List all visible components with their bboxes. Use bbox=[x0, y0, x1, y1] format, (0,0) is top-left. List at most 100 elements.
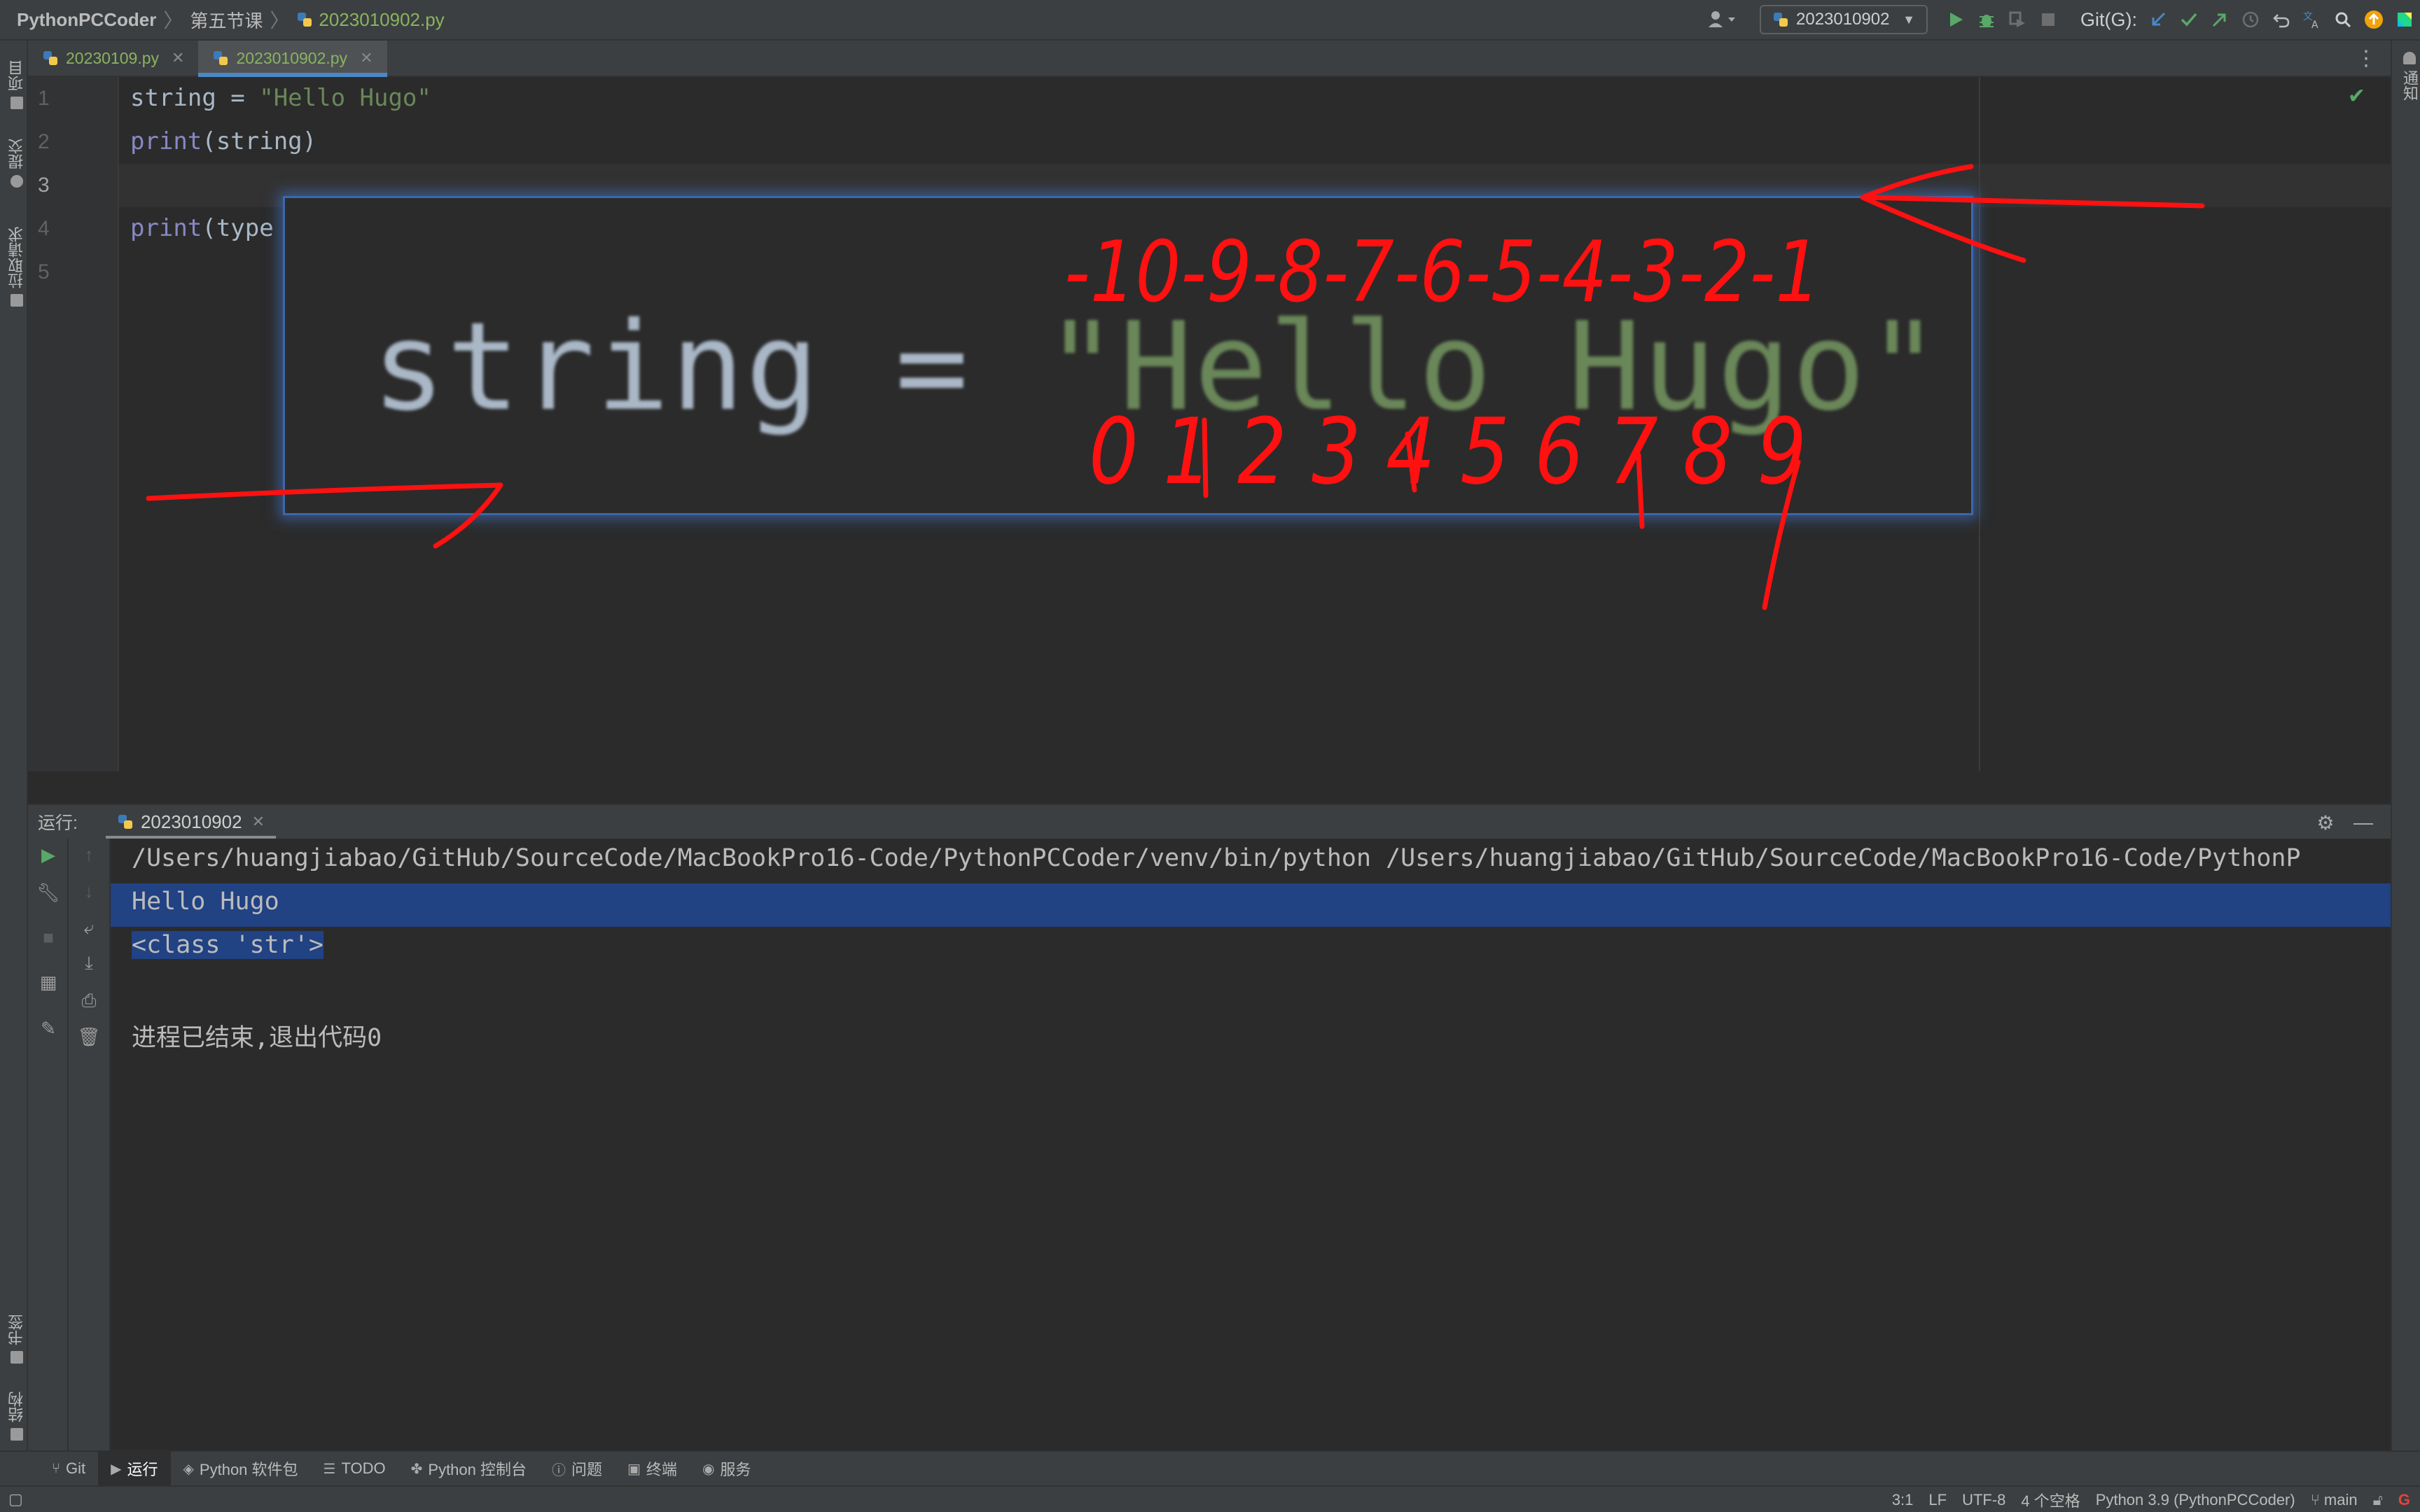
scroll-to-end-icon[interactable]: ⤓ bbox=[69, 952, 109, 974]
grammar-icon[interactable]: G bbox=[2398, 1491, 2410, 1509]
pin-icon[interactable]: ✎ bbox=[28, 1018, 69, 1040]
tool-window-services[interactable]: ◉ 服务 bbox=[690, 1451, 763, 1486]
breadcrumb-project[interactable]: PythonPCCoder bbox=[17, 9, 156, 31]
console-line-exit: 进程已结束,退出代码0 bbox=[132, 1024, 382, 1052]
inspection-ok-icon[interactable]: ✔ bbox=[2348, 84, 2365, 108]
soft-wrap-icon[interactable]: ⤶ bbox=[69, 917, 109, 939]
tool-window-label: Python 软件包 bbox=[199, 1461, 298, 1478]
stop-icon[interactable]: ■ bbox=[28, 927, 69, 948]
translate-button[interactable]: 文A bbox=[2297, 4, 2328, 35]
indent-setting[interactable]: 4 个空格 bbox=[2021, 1489, 2080, 1511]
close-icon[interactable]: ✕ bbox=[360, 49, 373, 67]
right-tool-strip: 通知 bbox=[2391, 41, 2420, 1455]
tab-label: 2023010902.py bbox=[236, 48, 348, 67]
line-number: 2 bbox=[38, 130, 50, 153]
zoomed-code-string: "Hello Hugo" bbox=[1044, 296, 1942, 438]
python-interpreter[interactable]: Python 3.9 (PythonPCCoder) bbox=[2096, 1491, 2295, 1509]
trash-icon[interactable]: 🗑︎ bbox=[69, 1026, 109, 1048]
breadcrumb: PythonPCCoder 〉 第五节课 〉 2023010902.py bbox=[0, 6, 445, 34]
tool-window-python-packages[interactable]: ◈ Python 软件包 bbox=[171, 1451, 311, 1486]
toggle-tool-windows-icon[interactable]: ▢ bbox=[8, 1490, 23, 1508]
close-icon[interactable]: ✕ bbox=[252, 813, 265, 831]
plugin-logo-button[interactable] bbox=[2389, 4, 2420, 35]
run-tab[interactable]: 2023010902 ✕ bbox=[105, 804, 277, 839]
git-branch-widget[interactable]: ⑂ main bbox=[2311, 1491, 2358, 1509]
code-line-2: print(string) bbox=[130, 127, 317, 155]
bookmarks-tool-label: 书签 bbox=[8, 1315, 25, 1345]
status-bar-widgets: 3:1 LF UTF-8 4 个空格 Python 3.9 (PythonPCC… bbox=[1892, 1487, 2410, 1512]
check-icon bbox=[2181, 13, 2197, 27]
close-icon[interactable]: ✕ bbox=[172, 49, 184, 67]
pull-requests-tool-button[interactable]: 拉取请求 bbox=[6, 209, 28, 307]
service-icon: ◉ bbox=[702, 1461, 715, 1477]
git-push-button[interactable] bbox=[2204, 4, 2235, 35]
tool-window-python-console[interactable]: ✤ Python 控制台 bbox=[398, 1451, 539, 1486]
tool-window-label: 终端 bbox=[646, 1461, 677, 1478]
git-rollback-button[interactable] bbox=[2266, 4, 2297, 35]
coverage-icon bbox=[2009, 11, 2025, 27]
gear-icon[interactable]: ⚙ bbox=[2312, 809, 2339, 836]
breadcrumb-file[interactable]: 2023010902.py bbox=[296, 8, 445, 31]
code-string: "Hello Hugo" bbox=[259, 84, 431, 112]
folder-icon bbox=[11, 97, 23, 109]
ide-update-button[interactable] bbox=[2358, 4, 2389, 35]
lock-icon[interactable]: 🔓︎ bbox=[2373, 1491, 2383, 1509]
bookmarks-tool-button[interactable]: 书签 bbox=[6, 1301, 28, 1364]
breadcrumb-file-label: 2023010902.py bbox=[319, 8, 445, 30]
chevron-down-icon: ▼ bbox=[1903, 12, 1915, 27]
tool-window-problems[interactable]: ⓘ 问题 bbox=[539, 1451, 615, 1486]
print-icon[interactable]: ⎙ bbox=[69, 990, 109, 1012]
rerun-icon[interactable]: ▶ bbox=[28, 844, 69, 866]
run-button[interactable] bbox=[1940, 4, 1971, 35]
tool-window-todo[interactable]: ☰ TODO bbox=[311, 1451, 398, 1486]
more-options-icon[interactable]: ⋮ bbox=[2356, 46, 2377, 71]
tab-20230109[interactable]: 20230109.py ✕ bbox=[28, 41, 198, 76]
arrow-up-icon[interactable]: ↑ bbox=[69, 844, 109, 866]
user-menu-button[interactable] bbox=[1698, 4, 1747, 35]
editor-tab-bar: 20230109.py ✕ 2023010902.py ✕ ⋮ bbox=[28, 41, 2391, 77]
git-update-button[interactable] bbox=[2143, 4, 2174, 35]
caret-position[interactable]: 3:1 bbox=[1892, 1491, 1914, 1509]
console-output[interactable]: /Users/huangjiabao/GitHub/SourceCode/Mac… bbox=[111, 839, 2391, 1450]
bell-icon bbox=[2403, 52, 2416, 64]
git-branch-icon: ⑂ bbox=[52, 1460, 60, 1476]
layers-icon: ◈ bbox=[183, 1461, 194, 1477]
minimize-icon[interactable]: — bbox=[2350, 809, 2377, 836]
tab-2023010902[interactable]: 2023010902.py ✕ bbox=[198, 41, 387, 77]
code-line-4: print(type bbox=[130, 214, 274, 242]
arrow-down-icon[interactable]: ↓ bbox=[69, 881, 109, 902]
python-file-icon bbox=[296, 11, 313, 28]
python-icon bbox=[1772, 11, 1789, 28]
status-bar: ▢ 3:1 LF UTF-8 4 个空格 Python 3.9 (PythonP… bbox=[0, 1485, 2420, 1512]
structure-tool-button[interactable]: 结构 bbox=[6, 1378, 28, 1441]
notifications-tool-button[interactable]: 通知 bbox=[2398, 52, 2420, 115]
console-line-command: /Users/huangjiabao/GitHub/SourceCode/Mac… bbox=[132, 844, 2301, 872]
debug-button[interactable] bbox=[1971, 4, 2002, 35]
git-commit-button[interactable] bbox=[2174, 4, 2204, 35]
tool-window-run[interactable]: ▶ 运行 bbox=[98, 1451, 171, 1486]
line-number: 4 bbox=[38, 217, 50, 240]
list-icon: ☰ bbox=[323, 1461, 336, 1477]
run-tool-window-header: 运行: 2023010902 ✕ ⚙ — bbox=[28, 804, 2391, 839]
project-tool-button[interactable]: 项目 bbox=[6, 46, 28, 109]
coverage-button[interactable] bbox=[2002, 4, 2033, 35]
wrench-icon[interactable]: 🔧︎ bbox=[28, 882, 69, 904]
breadcrumb-folder[interactable]: 第五节课 bbox=[190, 7, 263, 33]
commit-icon bbox=[11, 175, 23, 188]
tool-window-git[interactable]: ⑂ Git bbox=[39, 1451, 98, 1486]
run-configuration-select[interactable]: 2023010902 ▼ bbox=[1760, 5, 1928, 34]
commit-tool-button[interactable]: 提交 bbox=[6, 125, 28, 188]
user-icon bbox=[1709, 11, 1735, 27]
run-label: 运行: bbox=[38, 813, 78, 833]
terminal-icon: ▣ bbox=[627, 1461, 641, 1477]
search-everywhere-button[interactable] bbox=[2328, 4, 2358, 35]
run-header-actions: ⚙ — bbox=[2312, 809, 2377, 836]
stop-button[interactable] bbox=[2033, 4, 2064, 35]
left-tool-strip: 项目 提交 拉取请求 书签 结构 bbox=[0, 41, 28, 1455]
file-encoding[interactable]: UTF-8 bbox=[1962, 1491, 2005, 1509]
git-history-button[interactable] bbox=[2235, 4, 2266, 35]
tool-window-terminal[interactable]: ▣ 终端 bbox=[615, 1451, 690, 1486]
layout-icon[interactable]: ▦ bbox=[28, 972, 69, 993]
line-separator[interactable]: LF bbox=[1928, 1491, 1947, 1509]
arrow-up-right-icon bbox=[2212, 13, 2226, 27]
